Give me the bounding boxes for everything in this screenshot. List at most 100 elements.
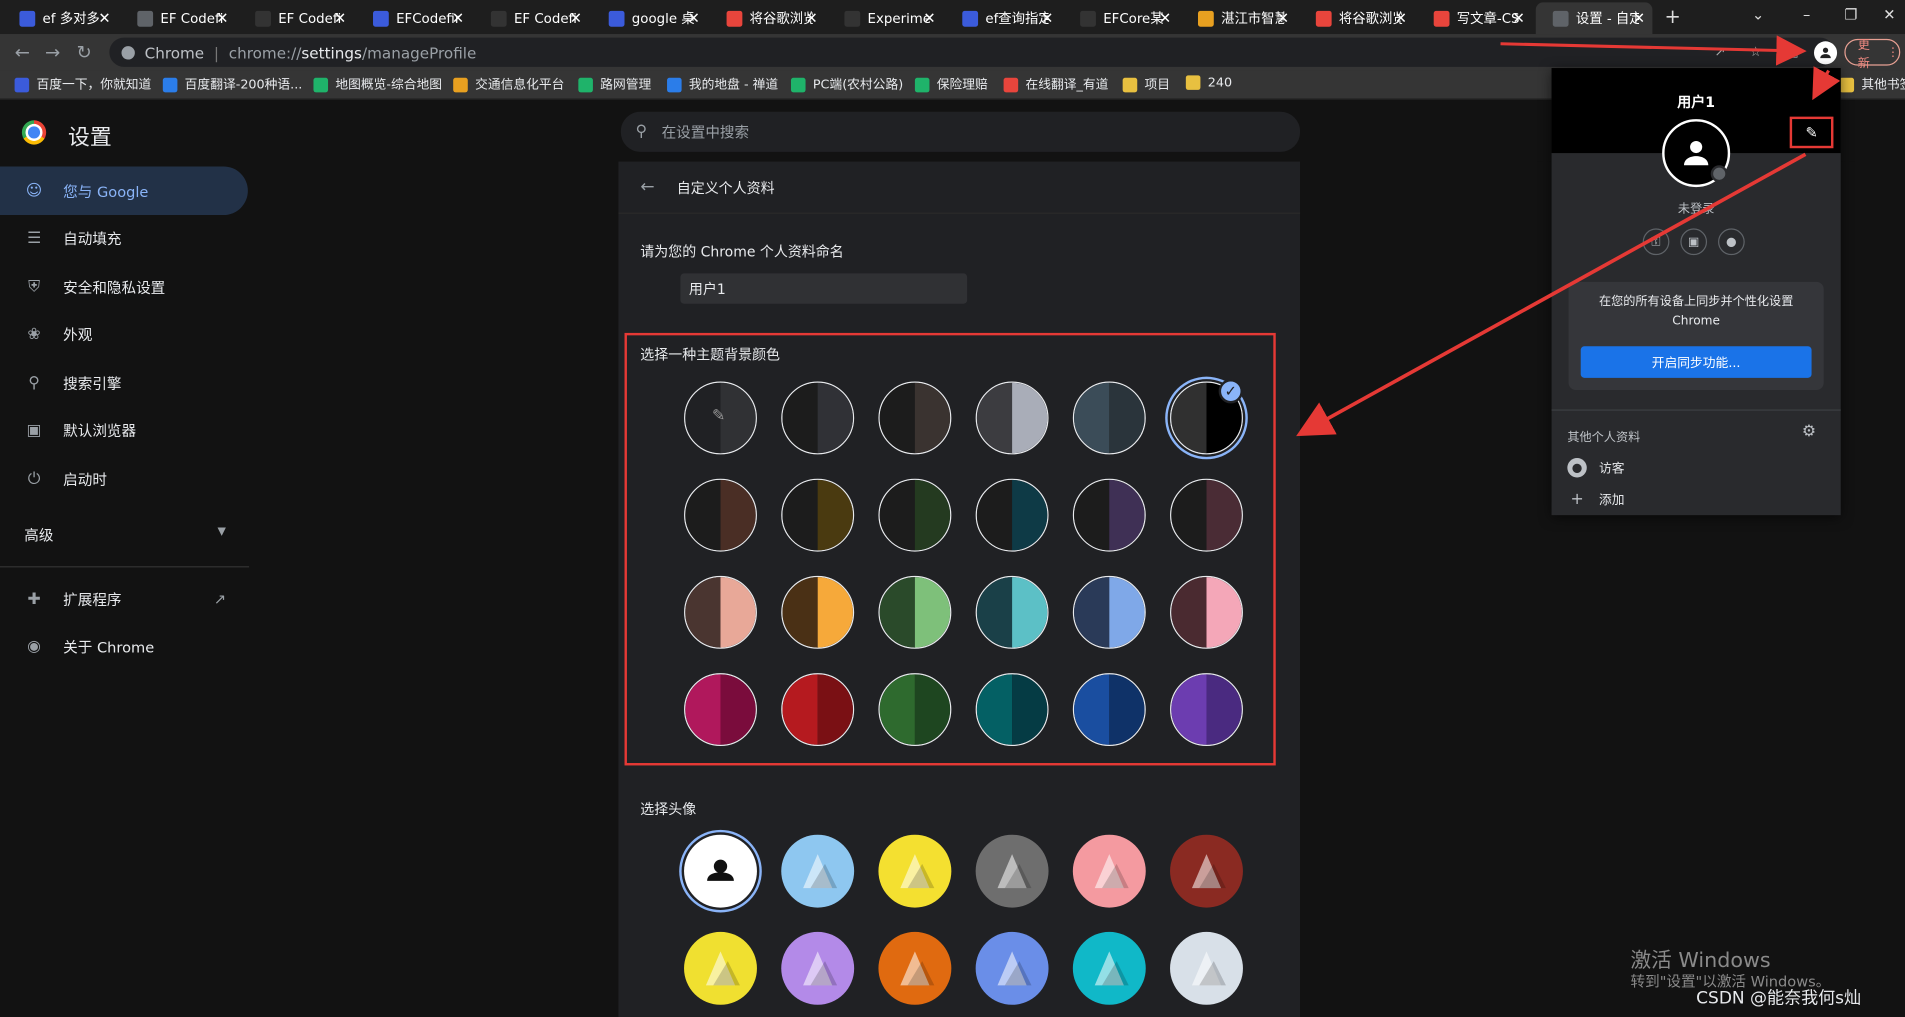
browser-tab[interactable]: 湛江市智慧 ✕ <box>1181 2 1296 34</box>
theme-color-option[interactable] <box>975 381 1049 455</box>
panda-avatar[interactable] <box>781 931 855 1005</box>
bookmark-item[interactable]: 在线翻译_有道 <box>1003 75 1108 93</box>
chevron-down-icon[interactable]: ▼ <box>217 526 225 538</box>
theme-color-option[interactable] <box>1072 478 1146 552</box>
close-icon[interactable]: ✕ <box>1513 10 1525 27</box>
location-icon[interactable]: ● <box>1718 228 1745 256</box>
default-avatar[interactable] <box>684 834 757 908</box>
theme-color-option[interactable] <box>781 381 855 455</box>
tab-settings-active[interactable]: 设置 - 自定 ✕ <box>1535 2 1653 35</box>
mouse-avatar[interactable] <box>684 931 757 1005</box>
back-icon[interactable]: ← <box>15 41 30 63</box>
close-icon[interactable]: ✕ <box>1159 10 1171 27</box>
profile-button[interactable] <box>1813 41 1838 65</box>
sidebar-item-shield[interactable]: ⛨ 安全和隐私设置 <box>0 262 248 311</box>
browser-tab[interactable]: 将谷歌浏览 ✕ <box>710 2 825 34</box>
close-icon[interactable]: ✕ <box>1395 10 1407 27</box>
sidebar-item-browser[interactable]: ▣ 默认浏览器 <box>0 406 248 455</box>
minimize-icon[interactable]: – <box>1803 6 1810 23</box>
browser-tab[interactable]: 将谷歌浏览 ✕ <box>1299 2 1414 34</box>
elephant-avatar[interactable] <box>1072 834 1146 908</box>
browser-tab[interactable]: EFCodefir ✕ <box>356 2 471 34</box>
bookmark-item[interactable]: 保险理赔 <box>914 75 988 93</box>
guest-profile-item[interactable]: ● 访客 <box>1567 458 1624 478</box>
profile-name-input[interactable]: 用户1 <box>680 273 968 304</box>
theme-color-option[interactable] <box>1072 575 1146 649</box>
theme-color-option[interactable] <box>975 673 1049 747</box>
bookmark-item[interactable]: PC端(农村公路) <box>790 75 903 93</box>
close-icon[interactable]: ✕ <box>805 10 817 27</box>
browser-tab[interactable]: EF Codefi ✕ <box>238 2 353 34</box>
cat-avatar[interactable] <box>781 834 855 908</box>
dragon-avatar[interactable] <box>975 834 1049 908</box>
chevron-down-icon[interactable]: ⌄ <box>1752 6 1764 23</box>
forward-icon[interactable]: → <box>45 41 60 63</box>
browser-tab[interactable]: 写文章-CS ✕ <box>1417 2 1532 34</box>
theme-color-option[interactable] <box>1072 381 1146 455</box>
sidebar-item-clipboard[interactable]: ☰ 自动填充 <box>0 214 248 263</box>
sidebar-item-palette[interactable]: ❀ 外观 <box>0 310 248 359</box>
browser-tab[interactable]: EFCore某 ✕ <box>1063 2 1178 34</box>
theme-color-option[interactable] <box>684 673 757 747</box>
theme-color-option[interactable] <box>684 575 757 649</box>
sidebar-advanced[interactable]: 高级 <box>24 525 53 546</box>
close-icon[interactable]: ✕ <box>688 10 700 27</box>
bookmark-item[interactable]: 240 <box>1185 75 1232 90</box>
theme-color-option[interactable] <box>1170 478 1243 552</box>
bird-avatar[interactable] <box>975 931 1049 1005</box>
sidebar-item-about[interactable]: ◉ 关于 Chrome <box>0 622 248 671</box>
close-window-icon[interactable]: ✕ <box>1883 6 1895 23</box>
bookmark-item[interactable]: 路网管理 <box>578 75 651 93</box>
close-icon[interactable]: ✕ <box>98 10 110 27</box>
restore-icon[interactable]: ❐ <box>1844 6 1857 23</box>
sidepanel-icon[interactable]: ▣ <box>1786 44 1799 60</box>
reload-icon[interactable]: ↻ <box>77 41 92 63</box>
card-icon[interactable]: ▣ <box>1680 228 1708 256</box>
penguin-avatar[interactable] <box>878 931 952 1005</box>
sidebar-item-extensions[interactable]: ✚ 扩展程序 ↗ <box>0 575 248 624</box>
close-icon[interactable]: ✕ <box>216 10 228 27</box>
close-icon[interactable]: ✕ <box>334 10 346 27</box>
bookmark-item[interactable]: 交通信息化平台 <box>453 75 564 93</box>
fox-avatar[interactable] <box>878 834 952 908</box>
gear-icon[interactable]: ⚙ <box>1802 423 1816 441</box>
address-bar[interactable]: Chrome | chrome://settings/manageProfile <box>109 37 1835 67</box>
close-icon[interactable]: ✕ <box>1041 10 1053 27</box>
sidebar-item-power[interactable]: ⏻ 启动时 <box>0 454 248 503</box>
theme-color-option[interactable] <box>878 673 952 747</box>
theme-color-option[interactable] <box>1170 575 1243 649</box>
theme-color-option[interactable]: ✎ <box>684 381 757 455</box>
bookmark-item[interactable]: 百度一下，你就知道 <box>14 75 151 93</box>
share-icon[interactable]: ↗ <box>1714 44 1725 60</box>
theme-color-option[interactable] <box>1072 673 1146 747</box>
sidebar-item-person[interactable]: ☺ 您与 Google <box>0 166 248 216</box>
bookmark-item[interactable]: 百度翻译-200种语... <box>162 75 302 93</box>
sidebar-item-search[interactable]: ⚲ 搜索引擎 <box>0 358 248 407</box>
browser-tab[interactable]: EF Codefi ✕ <box>120 2 235 34</box>
close-icon[interactable]: ✕ <box>452 10 464 27</box>
site-info-icon[interactable] <box>121 45 135 59</box>
add-profile-item[interactable]: + 添加 <box>1567 490 1624 509</box>
browser-tab[interactable]: google 桌面✕ <box>592 2 707 34</box>
update-button[interactable]: 更新 ⋮ <box>1844 38 1901 70</box>
edit-profile-button[interactable]: ✎ <box>1789 116 1834 149</box>
theme-color-option[interactable] <box>975 478 1049 552</box>
bookmark-item[interactable]: 我的地盘 - 禅道 <box>667 75 778 93</box>
key-icon[interactable]: ⚿ <box>1642 228 1670 256</box>
theme-color-option[interactable] <box>975 575 1049 649</box>
close-icon[interactable]: ✕ <box>1633 10 1645 27</box>
close-icon[interactable]: ✕ <box>570 10 582 27</box>
theme-color-option[interactable] <box>781 478 855 552</box>
new-tab-icon[interactable]: + <box>1665 5 1681 28</box>
browser-tab[interactable]: ef 多对多 ✕ <box>2 2 117 34</box>
bookmark-item[interactable]: 项目 <box>1122 75 1170 93</box>
theme-color-option[interactable] <box>684 478 757 552</box>
browser-tab[interactable]: Experime ✕ <box>827 2 942 34</box>
turn-on-sync-button[interactable]: 开启同步功能... <box>1580 346 1812 378</box>
theme-color-option[interactable] <box>781 575 855 649</box>
unicorn-avatar[interactable] <box>1170 931 1243 1005</box>
browser-tab[interactable]: ef查询指定 ✕ <box>945 2 1060 34</box>
close-icon[interactable]: ✕ <box>923 10 935 27</box>
theme-color-option[interactable] <box>878 381 952 455</box>
browser-tab[interactable]: EF Codefi ✕ <box>474 2 589 34</box>
